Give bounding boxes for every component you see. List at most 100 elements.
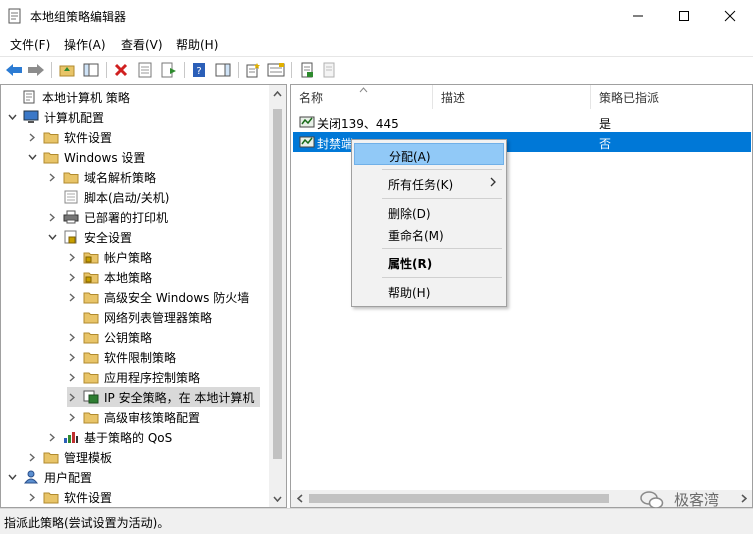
list-scroll-thumb[interactable] [309, 494, 609, 503]
status-text: 指派此策略(尝试设置为活动)。 [4, 516, 170, 530]
tree-item[interactable]: 计算机配置 [7, 107, 104, 127]
tree-expander[interactable] [47, 432, 57, 442]
context-menu: 分配(A) 所有任务(K) 删除(D) 重命名(M) 属性(R) 帮助(H) [351, 139, 507, 307]
tree-item[interactable]: 软件限制策略 [67, 347, 176, 367]
tree-item[interactable]: 安全设置 [47, 227, 132, 247]
menu-item-delete[interactable]: 删除(D) [354, 201, 504, 223]
menu-action[interactable]: 操作(A) [64, 36, 106, 53]
close-button[interactable] [707, 0, 753, 32]
tree-item[interactable]: 管理模板 [27, 447, 112, 467]
create-ip-policy-button[interactable] [243, 60, 263, 80]
tree-expander[interactable] [67, 372, 77, 382]
minimize-icon [633, 15, 643, 17]
folder-icon [43, 450, 59, 464]
tree-item[interactable]: 高级审核策略配置 [67, 407, 200, 427]
tree-expander[interactable] [27, 492, 37, 502]
chevron-right-icon [49, 432, 55, 442]
tree-expander[interactable] [67, 292, 77, 302]
assign-policy-button[interactable] [297, 60, 317, 80]
tree-expander[interactable] [47, 172, 57, 182]
menu-view[interactable]: 查看(V) [121, 36, 163, 53]
scroll-down-button[interactable] [269, 490, 286, 507]
delete-button[interactable] [111, 60, 131, 80]
scroll-right-button[interactable] [735, 490, 752, 507]
maximize-button[interactable] [661, 0, 707, 32]
tree-item[interactable]: 网络列表管理器策略 [67, 307, 212, 327]
tree-item[interactable]: 脚本(启动/关机) [47, 187, 169, 207]
chevron-down-icon [27, 154, 37, 160]
tree-item-label: 基于策略的 QoS [84, 430, 173, 445]
tree-item[interactable]: Windows 设置 [27, 147, 145, 167]
export-list-button[interactable] [159, 60, 179, 80]
tree-expander[interactable] [67, 352, 77, 362]
folder-icon [83, 370, 99, 384]
tree-item[interactable]: 软件设置 [27, 127, 112, 147]
maximize-icon [679, 11, 689, 21]
tree-item[interactable]: 基于策略的 QoS [47, 427, 172, 447]
tree-expander[interactable] [47, 232, 57, 242]
tree-expander[interactable] [67, 272, 77, 282]
scroll-up-button[interactable] [269, 85, 286, 102]
help-button[interactable]: ? [189, 60, 209, 80]
tree-item-label: 已部署的打印机 [84, 210, 169, 225]
assign-policy-icon [301, 62, 313, 78]
properties-button[interactable] [135, 60, 155, 80]
tree-item-label: 高级审核策略配置 [104, 410, 201, 425]
tree-expander[interactable] [7, 472, 17, 482]
tree-expander[interactable] [27, 132, 37, 142]
show-action-pane-button[interactable] [213, 60, 233, 80]
tree-item[interactable]: 高级安全 Windows 防火墙 [67, 287, 249, 307]
menu-item-assign[interactable]: 分配(A) [354, 143, 504, 165]
tree-expander[interactable] [67, 252, 77, 262]
menu-separator [382, 248, 502, 249]
unassign-policy-button[interactable] [319, 60, 339, 80]
back-button[interactable] [4, 60, 24, 80]
tree-expander[interactable] [67, 412, 77, 422]
menu-separator [382, 198, 502, 199]
column-header-name[interactable]: 名称 [291, 85, 433, 109]
tree-item[interactable]: 公钥策略 [67, 327, 152, 347]
tree-expander[interactable] [67, 332, 77, 342]
tree-item[interactable]: 域名解析策略 [47, 167, 156, 187]
tree-item[interactable]: 用户配置 [7, 467, 92, 487]
menu-item-properties[interactable]: 属性(R) [354, 251, 504, 273]
tree-item-selected[interactable]: IP 安全策略，在 本地计算机 [67, 387, 261, 407]
menu-item-label: 属性(R) [388, 257, 433, 271]
forward-button[interactable] [26, 60, 46, 80]
minimize-button[interactable] [615, 0, 661, 32]
tree-expander[interactable] [7, 112, 17, 122]
folder-up-icon [59, 65, 75, 77]
menu-item-help[interactable]: 帮助(H) [354, 280, 504, 302]
tree-expander[interactable] [27, 452, 37, 462]
tree-item[interactable]: 已部署的打印机 [47, 207, 168, 227]
tree-scroll-thumb[interactable] [273, 109, 282, 459]
tree-expander[interactable] [27, 152, 37, 162]
tree-item[interactable]: 软件设置 [27, 487, 112, 507]
chevron-left-icon [296, 494, 302, 503]
tree-expander[interactable] [67, 392, 77, 402]
menu-item-all-tasks[interactable]: 所有任务(K) [354, 172, 504, 194]
tree-item[interactable]: 帐户策略 [67, 247, 152, 267]
tree-expander [67, 312, 77, 322]
menu-item-label: 所有任务(K) [388, 178, 454, 192]
scroll-left-button[interactable] [291, 490, 308, 507]
menu-item-rename[interactable]: 重命名(M) [354, 223, 504, 245]
menu-file[interactable]: 文件(F) [10, 36, 50, 53]
table-row[interactable]: 关闭139、445 是 [293, 112, 751, 132]
title-bar[interactable]: 本地组策略编辑器 [0, 0, 753, 32]
show-hide-tree-button[interactable] [81, 60, 101, 80]
column-header-description[interactable]: 描述 [433, 85, 591, 109]
manage-filter-lists-button[interactable] [266, 60, 286, 80]
up-level-button[interactable] [57, 60, 77, 80]
tree-expander[interactable] [47, 212, 57, 222]
menu-separator [382, 169, 502, 170]
tree-vertical-scrollbar[interactable] [269, 85, 286, 507]
tree-item[interactable]: 应用程序控制策略 [67, 367, 200, 387]
folder-icon [83, 350, 99, 364]
tree-item-label: 脚本(启动/关机) [84, 190, 170, 205]
menu-help[interactable]: 帮助(H) [176, 36, 218, 53]
tree-item[interactable]: 本地策略 [67, 267, 152, 287]
chevron-right-icon [69, 272, 75, 282]
column-header-assigned[interactable]: 策略已指派 [591, 85, 752, 109]
tree-item[interactable]: 本地计算机 策略 [5, 87, 130, 107]
